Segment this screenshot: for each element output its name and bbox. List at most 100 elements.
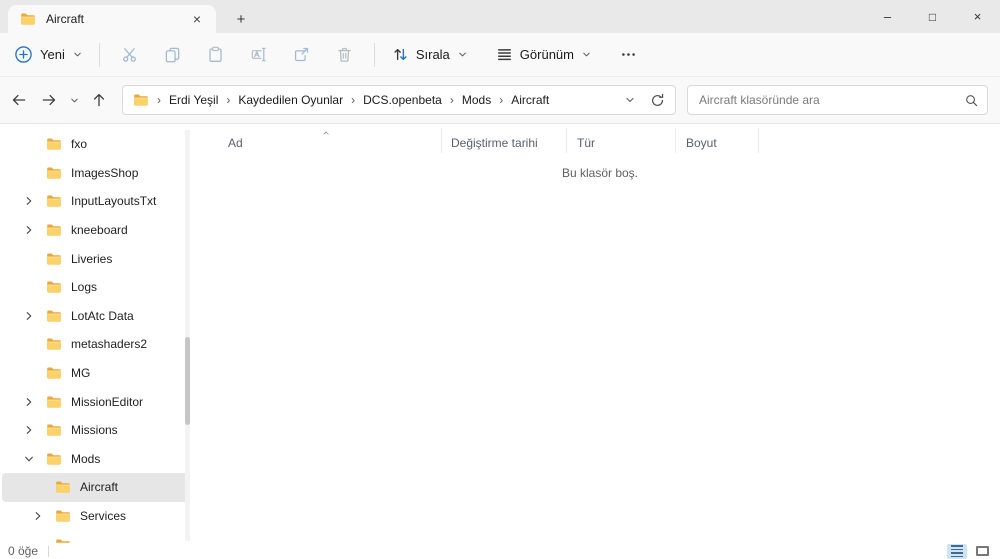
- explorer-tab[interactable]: Aircraft ×: [8, 5, 216, 33]
- share-button[interactable]: [280, 39, 323, 71]
- folder-icon: [46, 279, 62, 295]
- tree-item-label: Liveries: [71, 251, 113, 266]
- folder-icon: [46, 394, 62, 410]
- back-arrow-icon: [11, 92, 27, 108]
- tree-item[interactable]: InputLayoutsTxt: [2, 187, 188, 216]
- column-header[interactable]: Tür: [566, 128, 675, 153]
- tree-item[interactable]: ImagesShop: [2, 159, 188, 188]
- trash-icon: [336, 46, 353, 63]
- paste-button[interactable]: [194, 39, 237, 71]
- tree-item[interactable]: [2, 530, 188, 543]
- close-button[interactable]: ×: [955, 0, 1000, 33]
- tree-item-label: kneeboard: [71, 223, 128, 238]
- tree-item-label: LotAtc Data: [71, 308, 134, 323]
- tree-item[interactable]: Services: [2, 502, 188, 531]
- tree-expander[interactable]: [20, 308, 38, 324]
- large-icons-view-toggle[interactable]: [972, 544, 992, 559]
- tab-close-button[interactable]: ×: [186, 9, 208, 29]
- address-bar-tail: [624, 93, 669, 108]
- tree-expander[interactable]: [20, 193, 38, 209]
- tree-item[interactable]: LotAtc Data: [2, 302, 188, 331]
- rename-button[interactable]: [237, 39, 280, 71]
- cut-button[interactable]: [108, 39, 151, 71]
- search-box: [687, 85, 988, 115]
- chevron-down-icon: [457, 49, 468, 60]
- delete-button[interactable]: [323, 39, 366, 71]
- minimize-button[interactable]: –: [865, 0, 910, 33]
- tree-item[interactable]: MG: [2, 359, 188, 388]
- forward-arrow-icon: [41, 92, 57, 108]
- folder-icon: [46, 365, 62, 381]
- search-icon[interactable]: [964, 93, 979, 108]
- tree-expander[interactable]: [20, 336, 38, 352]
- breadcrumb-item[interactable]: Erdi Yeşil: [149, 93, 218, 107]
- breadcrumb-item[interactable]: Kaydedilen Oyunlar: [218, 93, 343, 107]
- maximize-button[interactable]: □: [910, 0, 955, 33]
- sort-button[interactable]: Sırala: [383, 39, 477, 71]
- tree-item-label: ImagesShop: [71, 165, 139, 180]
- circle-plus-icon: [14, 45, 33, 64]
- sidebar-scrollbar-thumb[interactable]: [185, 337, 190, 425]
- tree-item[interactable]: Missions: [2, 416, 188, 445]
- tree-expander[interactable]: [20, 422, 38, 438]
- tree-expander[interactable]: [20, 451, 38, 467]
- tree-expander[interactable]: [20, 365, 38, 381]
- breadcrumb-item[interactable]: Aircraft: [491, 93, 549, 107]
- tree-item[interactable]: Mods: [2, 445, 188, 474]
- search-input[interactable]: [690, 93, 964, 107]
- paste-icon: [207, 46, 224, 63]
- tree-expander[interactable]: [20, 136, 38, 152]
- window-controls: – □ ×: [865, 0, 1000, 33]
- tree-item[interactable]: MissionEditor: [2, 387, 188, 416]
- breadcrumb-item[interactable]: Mods: [442, 93, 491, 107]
- address-bar[interactable]: Erdi Yeşil Kaydedilen Oyunlar DCS.openbeta…: [122, 85, 676, 115]
- more-options-button[interactable]: [607, 39, 650, 71]
- toolbar-divider: [373, 42, 375, 67]
- folder-icon: [46, 222, 62, 238]
- sort-ascending-icon: [320, 128, 332, 138]
- tree-item[interactable]: Logs: [2, 273, 188, 302]
- column-header[interactable]: Ad: [210, 128, 441, 153]
- column-header[interactable]: Boyut: [675, 128, 759, 153]
- tree-item[interactable]: Aircraft: [2, 473, 188, 502]
- tree-expander[interactable]: [29, 479, 47, 495]
- navigation-pane: fxo ImagesShop InputLayoutsTxt kneeboard: [0, 124, 200, 543]
- sidebar-scrollbar-track[interactable]: [185, 130, 190, 541]
- column-header-label: Tür: [577, 136, 595, 150]
- column-header-label: Boyut: [686, 136, 717, 150]
- new-button[interactable]: Yeni: [14, 39, 91, 71]
- view-button[interactable]: Görünüm: [487, 39, 601, 71]
- tree-item-label: fxo: [71, 137, 88, 152]
- address-row: Erdi Yeşil Kaydedilen Oyunlar DCS.openbeta…: [0, 77, 1000, 124]
- tree-expander[interactable]: [20, 394, 38, 410]
- tree-item[interactable]: Liveries: [2, 244, 188, 273]
- tree-item[interactable]: metashaders2: [2, 330, 188, 359]
- tree-expander[interactable]: [29, 508, 47, 524]
- titlebar: Aircraft × + – □ ×: [0, 0, 1000, 33]
- new-tab-button[interactable]: +: [228, 7, 254, 31]
- status-divider: [48, 545, 50, 557]
- details-view-toggle[interactable]: [947, 543, 967, 559]
- copy-button[interactable]: [151, 39, 194, 71]
- tree-item[interactable]: fxo: [2, 130, 188, 159]
- forward-button[interactable]: [34, 85, 64, 115]
- sort-button-label: Sırala: [415, 47, 450, 62]
- tree-item[interactable]: kneeboard: [2, 216, 188, 245]
- address-dropdown-chevron-icon[interactable]: [624, 94, 636, 106]
- recent-locations-button[interactable]: [64, 85, 84, 115]
- tree-expander[interactable]: [20, 279, 38, 295]
- rename-icon: [250, 46, 267, 63]
- refresh-icon[interactable]: [650, 93, 665, 108]
- view-button-label: Görünüm: [519, 47, 574, 62]
- tree-expander[interactable]: [20, 222, 38, 238]
- column-header[interactable]: Değiştirme tarihi: [441, 128, 566, 153]
- up-button[interactable]: [84, 85, 114, 115]
- share-icon: [293, 46, 310, 63]
- tree-expander[interactable]: [20, 165, 38, 181]
- empty-folder-message: Bu klasör boş.: [561, 166, 639, 180]
- back-button[interactable]: [4, 85, 34, 115]
- tree-expander[interactable]: [20, 251, 38, 267]
- up-arrow-icon: [91, 92, 107, 108]
- breadcrumb-item[interactable]: DCS.openbeta: [343, 93, 442, 107]
- tree-item-label: MissionEditor: [71, 394, 144, 409]
